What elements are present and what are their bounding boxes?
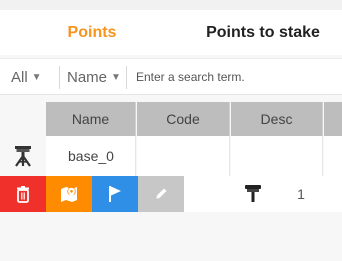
table-header: Name Code Desc (0, 102, 342, 136)
cell-more (324, 136, 342, 176)
column-header-code[interactable]: Code (137, 102, 230, 136)
table-row[interactable]: base_0 (0, 136, 342, 176)
tab-points[interactable]: Points (0, 10, 184, 55)
pencil-icon (156, 188, 167, 199)
tab-bar: Points Points to stake (0, 10, 342, 65)
map-pin-icon (61, 187, 77, 202)
tab-points-to-stake[interactable]: Points to stake (184, 10, 342, 55)
delete-button[interactable] (0, 176, 46, 212)
divider (59, 66, 60, 89)
column-header-name[interactable]: Name (46, 102, 136, 136)
chevron-down-icon: ▼ (31, 71, 42, 83)
base-station-icon (0, 136, 46, 176)
point-count: 1 (297, 186, 305, 202)
scope-dropdown[interactable]: All ▼ (11, 59, 42, 95)
scope-dropdown-label: All (11, 68, 28, 86)
column-header-more (324, 102, 342, 136)
trash-icon (17, 186, 29, 203)
edit-button[interactable] (138, 176, 184, 212)
header-icon-column (0, 102, 46, 136)
search-input[interactable] (136, 65, 336, 89)
field-dropdown[interactable]: Name ▼ (67, 59, 121, 95)
cell-desc (231, 136, 323, 176)
cell-code (137, 136, 230, 176)
stake-flag-button[interactable] (92, 176, 138, 212)
row-action-bar: 1 (0, 176, 342, 212)
chevron-down-icon: ▼ (111, 71, 121, 83)
column-header-desc[interactable]: Desc (231, 102, 323, 136)
divider (126, 66, 127, 89)
flag-icon (109, 186, 121, 202)
top-strip (0, 0, 342, 10)
search-bar: All ▼ Name ▼ (0, 58, 342, 95)
cell-name: base_0 (46, 136, 136, 176)
antenna-icon (230, 176, 276, 212)
map-location-button[interactable] (46, 176, 92, 212)
field-dropdown-label: Name (67, 68, 108, 86)
